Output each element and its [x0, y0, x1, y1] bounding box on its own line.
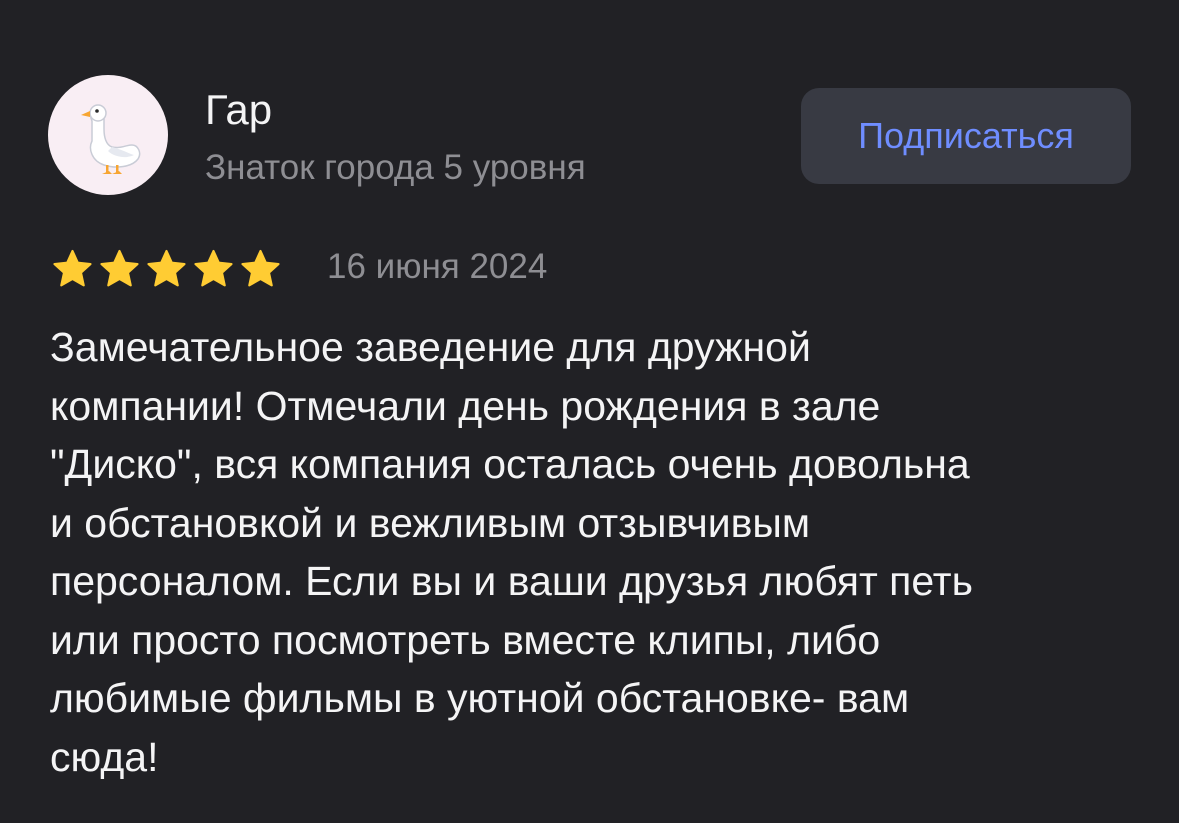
- star-icon: [100, 249, 139, 287]
- star-icon: [241, 249, 280, 287]
- star-icon: [194, 249, 233, 287]
- star-icon: [53, 249, 92, 287]
- rating-stars: [50, 247, 283, 291]
- author-avatar[interactable]: [48, 75, 168, 195]
- author-level: Знаток города 5 уровня: [205, 148, 586, 187]
- review-text: Замечательное заведение для дружной комп…: [50, 324, 973, 780]
- review-date: 16 июня 2024: [327, 247, 548, 286]
- review-card: Гар Знаток города 5 уровня Подписаться 1…: [0, 0, 1179, 823]
- star-icon: [147, 249, 186, 287]
- subscribe-button[interactable]: Подписаться: [801, 88, 1131, 184]
- author-name[interactable]: Гар: [205, 86, 272, 134]
- goose-icon: [81, 104, 141, 174]
